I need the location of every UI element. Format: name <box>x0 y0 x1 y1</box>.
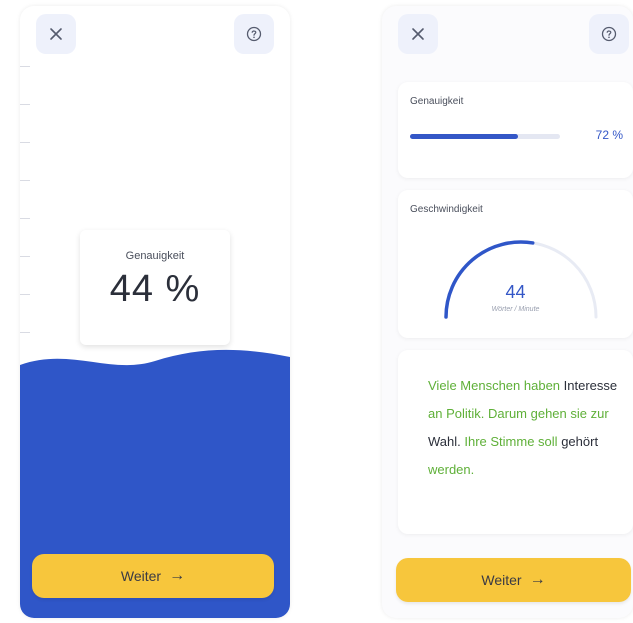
reading-text-card: Viele Menschen haben Interesse an Politi… <box>398 350 633 534</box>
accuracy-progress-bar <box>410 134 560 139</box>
accuracy-card: Genauigkeit 72 % <box>398 82 633 178</box>
accuracy-label: Genauigkeit <box>125 250 185 262</box>
speed-value: 44 <box>505 282 526 302</box>
reading-text-segment: Ihre Stimme soll <box>464 434 558 449</box>
accuracy-card: Genauigkeit 44 % <box>80 230 230 345</box>
help-button[interactable] <box>234 14 274 54</box>
reading-text-segment: gehört <box>561 434 599 449</box>
help-circle-icon <box>246 26 262 42</box>
reading-text-segment: Wahl. <box>428 434 461 449</box>
reading-text-segment: Interesse <box>563 378 618 393</box>
continue-button[interactable]: Weiter → <box>32 554 274 598</box>
reading-text: Viele Menschen haben Interesse an Politi… <box>428 372 628 484</box>
continue-label: Weiter <box>120 568 162 584</box>
reading-result-screen: Genauigkeit 72 % Geschwindigkeit 44 Wört… <box>382 6 633 618</box>
accuracy-label: Genauigkeit <box>410 96 464 107</box>
accuracy-progress-fill <box>410 134 518 139</box>
arrow-right-icon: → <box>529 571 546 588</box>
close-icon <box>50 28 62 40</box>
close-button[interactable] <box>398 14 438 54</box>
continue-button[interactable]: Weiter → <box>396 558 631 602</box>
speed-card: Geschwindigkeit 44 Wörter / Minute <box>398 190 633 338</box>
continue-label: Weiter <box>481 572 522 588</box>
help-circle-icon <box>601 26 617 42</box>
reading-text-segment: an Politik. <box>428 406 485 421</box>
speed-label: Geschwindigkeit <box>410 204 483 215</box>
close-icon <box>412 28 424 40</box>
accuracy-value: 44 % <box>109 268 201 310</box>
help-button[interactable] <box>589 14 629 54</box>
reading-text-segment: Viele Menschen haben <box>428 378 561 393</box>
reading-text-segment: werden. <box>428 462 475 477</box>
arrow-right-icon: → <box>169 567 186 584</box>
speed-unit: Wörter / Minute <box>491 306 540 313</box>
close-button[interactable] <box>36 14 76 54</box>
reading-text-segment: Darum gehen sie zur <box>488 406 609 421</box>
accuracy-percent: 72 % <box>595 128 623 142</box>
accuracy-result-screen: Genauigkeit 44 % Weiter → <box>20 6 290 618</box>
